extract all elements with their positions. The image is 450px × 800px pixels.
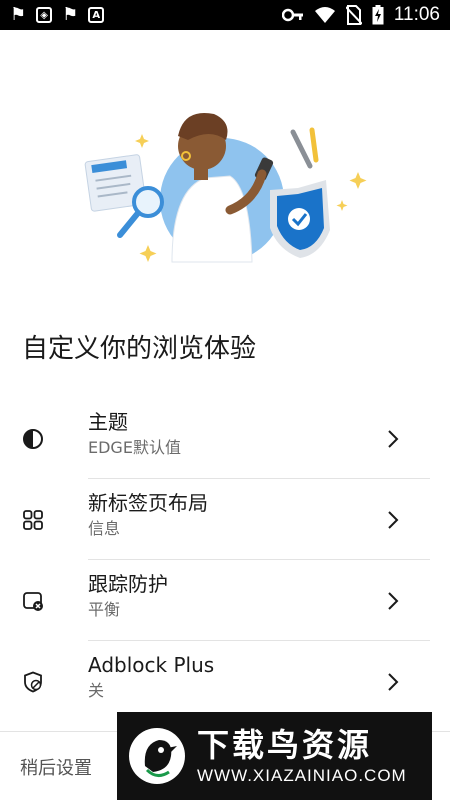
app-notification-icon: ⚑ [62, 4, 79, 25]
chevron-right-icon [388, 591, 399, 610]
onboarding-illustration [84, 112, 367, 263]
row-title: 新标签页布局 [88, 491, 208, 515]
pencils-illustration [290, 127, 319, 169]
tracking-prevention-icon [23, 591, 43, 611]
bird-logo-icon [129, 728, 185, 784]
wifi-icon [314, 7, 335, 23]
row-value: EDGE默认值 [88, 438, 181, 457]
store-notification-icon: A [88, 7, 105, 23]
vpn-key-icon [281, 8, 303, 22]
set-up-later-button[interactable]: 稍后设置 [20, 754, 92, 780]
row-value: 关 [88, 681, 105, 700]
shield-notification-icon: ◈ [36, 7, 53, 23]
settings-row-theme[interactable]: 主题 EDGE默认值 [0, 398, 450, 479]
shield-illustration [270, 180, 330, 258]
watermark-name: 下载鸟资源 [197, 726, 373, 764]
status-bar: ⚑ ◈ ⚑ A 11:06 [0, 0, 450, 30]
no-sim-icon [345, 5, 362, 25]
clock: 11:06 [393, 4, 440, 25]
watermark-url: WWW.XIAZAINIAO.COM [197, 766, 407, 785]
watermark-banner: 下载鸟资源 WWW.XIAZAINIAO.COM [117, 712, 432, 800]
row-value: 信息 [88, 519, 121, 538]
battery-charging-icon [372, 5, 384, 25]
settings-row-adblock-plus[interactable]: Adblock Plus 关 [0, 641, 450, 722]
row-title: 主题 [88, 410, 128, 434]
theme-contrast-icon [23, 428, 43, 449]
status-right-icons: 11:06 [281, 4, 440, 26]
row-title: Adblock Plus [88, 653, 215, 677]
chevron-right-icon [388, 510, 399, 529]
app-notification-icon: ⚑ [10, 4, 27, 25]
chevron-right-icon [388, 672, 399, 691]
grid-layout-icon [23, 509, 43, 530]
settings-row-tracking-prevention[interactable]: 跟踪防护 平衡 [0, 560, 450, 641]
page-title: 自定义你的浏览体验 [22, 334, 257, 364]
chevron-right-icon [388, 429, 399, 448]
adblock-shield-icon [24, 671, 42, 692]
row-title: 跟踪防护 [88, 572, 168, 596]
settings-row-new-tab-layout[interactable]: 新标签页布局 信息 [0, 479, 450, 560]
row-value: 平衡 [88, 600, 121, 619]
status-left-icons: ⚑ ◈ ⚑ A [10, 4, 105, 25]
